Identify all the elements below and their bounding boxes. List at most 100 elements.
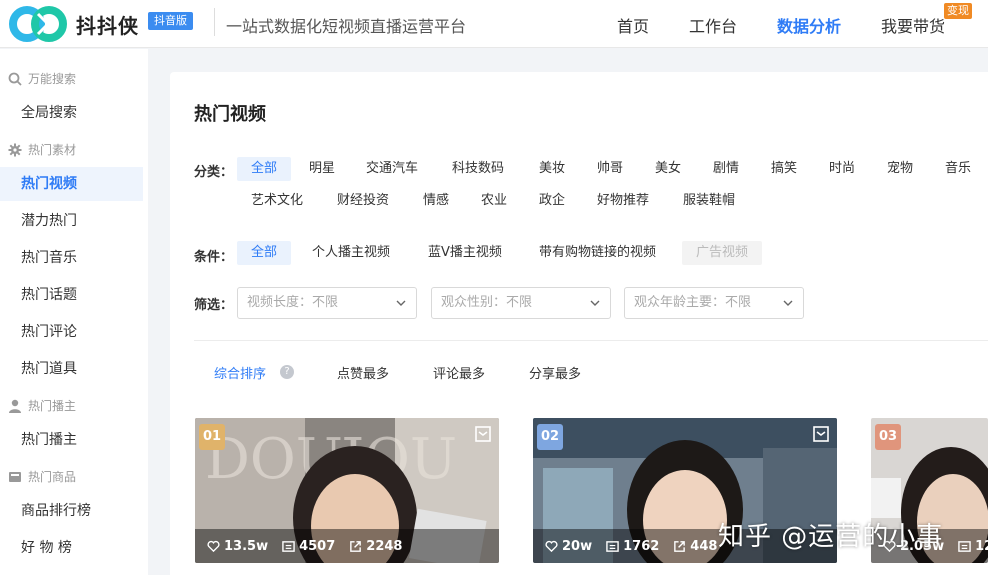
category-chip[interactable]: 美女 — [641, 157, 695, 181]
video-length-select[interactable]: 视频长度：不限 — [237, 287, 417, 319]
likes-stat: 13.5w — [207, 539, 268, 554]
comment-icon — [958, 540, 971, 552]
header-divider — [214, 8, 215, 36]
comment-icon — [282, 540, 295, 552]
rank-badge: 03 — [875, 424, 901, 450]
audience-age-select[interactable]: 观众年龄主要：不限 — [624, 287, 804, 319]
watermark: 知乎 @运营的小事 — [718, 522, 944, 552]
heart-icon — [207, 540, 220, 552]
select-value: 观众年龄主要：不限 — [634, 295, 752, 310]
rank-badge: 01 — [199, 424, 225, 450]
sidebar-group-search: 万能搜索 — [8, 70, 76, 87]
sidebar-item-hot-music[interactable]: 热门音乐 — [0, 241, 143, 275]
category-chip[interactable]: 科技数码 — [438, 157, 518, 181]
condition-label: 条件： — [194, 250, 234, 265]
condition-personal[interactable]: 个人播主视频 — [298, 241, 404, 265]
category-chip[interactable]: 好物推荐 — [583, 189, 663, 213]
category-chip[interactable]: 服装鞋帽 — [669, 189, 749, 213]
brand-badge: 抖音版 — [148, 12, 193, 30]
sidebar-group-label: 热门播主 — [28, 399, 77, 413]
comment-icon — [606, 540, 619, 552]
sidebar-item-goods-ranking[interactable]: 商品排行榜 — [0, 494, 143, 528]
sort-comprehensive[interactable]: 综合排序 — [214, 363, 266, 382]
category-chip[interactable]: 财经投资 — [323, 189, 403, 213]
goods-icon — [9, 471, 21, 482]
category-chip[interactable]: 农业 — [467, 189, 521, 213]
category-chip[interactable]: 时尚 — [815, 157, 869, 181]
sidebar-item-hot-props[interactable]: 热门道具 — [0, 352, 143, 386]
sidebar-item-good-items[interactable]: 好 物 榜 — [0, 531, 143, 565]
chevron-down-icon — [590, 300, 600, 306]
sidebar-group-label: 万能搜索 — [28, 72, 77, 86]
sidebar-item-hot-videos[interactable]: 热门视频 — [0, 167, 143, 201]
category-label: 分类： — [194, 165, 234, 180]
comments-count: 4507 — [299, 538, 336, 554]
rank-badge: 02 — [537, 424, 563, 450]
category-chip[interactable]: 交通汽车 — [352, 157, 432, 181]
video-stats: 13.5w 4507 2248 — [195, 529, 499, 563]
sort-most-comments[interactable]: 评论最多 — [433, 363, 485, 382]
sidebar-group-goods: 热门商品 — [8, 468, 76, 485]
sort-most-shares[interactable]: 分享最多 — [529, 363, 581, 382]
sidebar-item-potential[interactable]: 潜力热门 — [0, 204, 143, 238]
bookmark-icon[interactable] — [813, 426, 829, 442]
category-chip[interactable]: 情感 — [409, 189, 463, 213]
comments-stat: 1762 — [606, 539, 659, 554]
sidebar-group-label: 热门商品 — [28, 470, 77, 484]
chevron-down-icon — [783, 300, 793, 306]
category-chip[interactable]: 音乐 — [931, 157, 985, 181]
condition-shopping-link[interactable]: 带有购物链接的视频 — [525, 241, 670, 265]
likes-count: 20w — [562, 538, 593, 554]
sort-most-likes[interactable]: 点赞最多 — [337, 363, 389, 382]
nav-data-analysis[interactable]: 数据分析 — [777, 13, 841, 37]
comments-count: 1762 — [623, 538, 660, 554]
likes-count: 13.5w — [224, 538, 269, 554]
category-chip[interactable]: 艺术文化 — [237, 189, 317, 213]
search-icon — [8, 72, 22, 86]
main-panel: 热门视频 分类： 全部 明星 交通汽车 科技数码 美妆 帅哥 美女 剧情 搞笑 … — [170, 72, 988, 575]
logo-icon[interactable] — [8, 4, 68, 44]
audience-gender-select[interactable]: 观众性别：不限 — [431, 287, 611, 319]
video-card[interactable]: DOUJOU 01 13.5w 4507 2248 — [195, 418, 499, 563]
category-chip[interactable]: 剧情 — [699, 157, 753, 181]
top-bar: 抖抖侠 抖音版 一站式数据化短视频直播运营平台 首页 工作台 数据分析 我要带货… — [0, 0, 988, 48]
shares-count: 448 — [690, 538, 718, 554]
shares-stat: 2248 — [349, 539, 402, 554]
nav-sell-goods[interactable]: 我要带货 — [881, 13, 945, 37]
screen-label: 筛选： — [194, 298, 234, 313]
help-icon[interactable]: ? — [280, 365, 294, 379]
select-value: 视频长度：不限 — [247, 295, 339, 310]
gear-icon — [8, 143, 22, 156]
comments-stat: 120 — [958, 539, 988, 554]
monetize-tag: 变现 — [944, 3, 972, 19]
divider — [194, 340, 988, 341]
category-chip[interactable]: 宠物 — [873, 157, 927, 181]
share-icon — [350, 540, 362, 552]
condition-ads[interactable]: 广告视频 — [682, 241, 763, 265]
category-chip[interactable]: 帅哥 — [583, 157, 637, 181]
sidebar-item-hot-comments[interactable]: 热门评论 — [0, 315, 143, 349]
user-icon — [9, 399, 21, 413]
heart-icon — [545, 540, 558, 552]
sidebar-item-global-search[interactable]: 全局搜索 — [0, 96, 143, 130]
category-chip[interactable]: 政企 — [525, 189, 579, 213]
likes-stat: 20w — [545, 539, 592, 554]
sidebar-group-label: 热门素材 — [28, 143, 77, 157]
sidebar-item-hot-creators[interactable]: 热门播主 — [0, 423, 143, 457]
category-chip[interactable]: 明星 — [295, 157, 349, 181]
bookmark-icon[interactable] — [475, 426, 491, 442]
condition-bluev[interactable]: 蓝V播主视频 — [414, 241, 516, 265]
nav-home[interactable]: 首页 — [617, 13, 649, 37]
sidebar-item-hot-topics[interactable]: 热门话题 — [0, 278, 143, 312]
category-chip[interactable]: 搞笑 — [757, 157, 811, 181]
comments-stat: 4507 — [282, 539, 335, 554]
sidebar-group-creators: 热门播主 — [8, 397, 76, 414]
nav-workbench[interactable]: 工作台 — [689, 13, 737, 37]
select-value: 观众性别：不限 — [441, 295, 533, 310]
sidebar-group-material: 热门素材 — [8, 141, 76, 158]
comments-count: 120 — [975, 538, 988, 554]
condition-all[interactable]: 全部 — [237, 241, 292, 265]
category-all[interactable]: 全部 — [237, 157, 292, 181]
category-chip[interactable]: 美妆 — [525, 157, 579, 181]
slogan: 一站式数据化短视频直播运营平台 — [226, 17, 467, 36]
